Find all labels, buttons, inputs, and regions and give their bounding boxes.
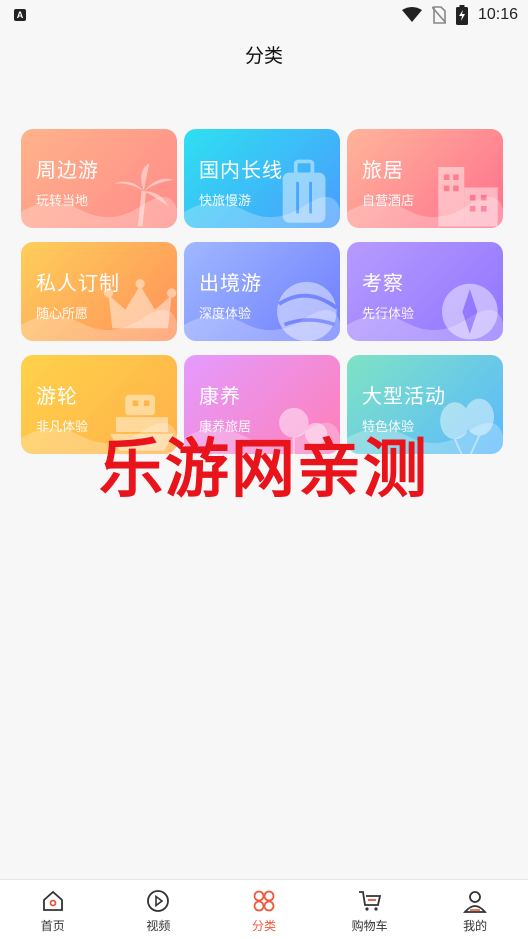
category-title: 游轮 [36, 384, 78, 408]
tab-category[interactable]: 分类 [224, 880, 304, 939]
category-subtitle: 自营酒店 [362, 194, 415, 209]
bottom-tab-bar: 首页 视频 分类 购物车 我的 [0, 879, 528, 939]
category-card[interactable]: 周边游 玩转当地 [21, 129, 177, 228]
category-card[interactable]: 私人订制 随心所愿 [21, 242, 177, 341]
category-icon [253, 890, 275, 912]
category-title: 旅居 [362, 158, 404, 182]
category-card[interactable]: 旅居 自营酒店 [347, 129, 503, 228]
tab-home[interactable]: 首页 [13, 880, 93, 939]
tab-label: 分类 [251, 919, 276, 933]
category-title: 考察 [362, 271, 404, 295]
category-title: 私人订制 [36, 271, 120, 295]
watermark-text: 乐游网亲测 [99, 433, 429, 507]
palm-tree-icon [114, 163, 174, 227]
category-subtitle: 先行体验 [362, 307, 415, 322]
globe-icon [277, 281, 338, 341]
tab-label: 购物车 [351, 919, 388, 933]
no-sim-icon [431, 6, 446, 24]
status-time: 10:16 [477, 6, 518, 23]
category-card[interactable]: 国内长线 快旅慢游 [184, 129, 340, 228]
home-icon [42, 890, 63, 911]
category-title: 出境游 [199, 271, 262, 295]
category-subtitle: 深度体验 [199, 307, 252, 322]
category-grid: 周边游 玩转当地 国内长线 快旅慢游 旅居 自营酒店 私人订制 随心所愿 出境游… [21, 129, 504, 454]
category-subtitle: 玩转当地 [36, 194, 89, 209]
wifi-icon [401, 7, 422, 22]
tab-label: 视频 [146, 919, 171, 933]
status-bar: A 10:16 [0, 0, 528, 30]
battery-charging-icon [455, 5, 468, 25]
user-icon [463, 891, 488, 913]
category-title: 康养 [199, 384, 241, 408]
category-title: 国内长线 [199, 158, 283, 182]
tab-user[interactable]: 我的 [435, 880, 515, 939]
app-notification-icon: A [14, 9, 26, 21]
video-icon [147, 890, 170, 912]
category-subtitle: 快旅慢游 [199, 194, 252, 209]
category-card[interactable]: 出境游 深度体验 [184, 242, 340, 341]
category-subtitle: 随心所愿 [36, 307, 89, 322]
compass-icon [442, 283, 498, 340]
category-title: 周边游 [36, 158, 99, 182]
tab-video[interactable]: 视频 [118, 880, 198, 939]
tab-label: 首页 [40, 919, 65, 933]
cart-icon [358, 891, 381, 911]
page-title: 分类 [244, 45, 283, 67]
category-title: 大型活动 [362, 384, 446, 408]
category-card[interactable]: 考察 先行体验 [347, 242, 503, 341]
tab-cart[interactable]: 购物车 [330, 880, 410, 939]
building-icon [438, 167, 498, 227]
tab-label: 我的 [463, 919, 488, 933]
